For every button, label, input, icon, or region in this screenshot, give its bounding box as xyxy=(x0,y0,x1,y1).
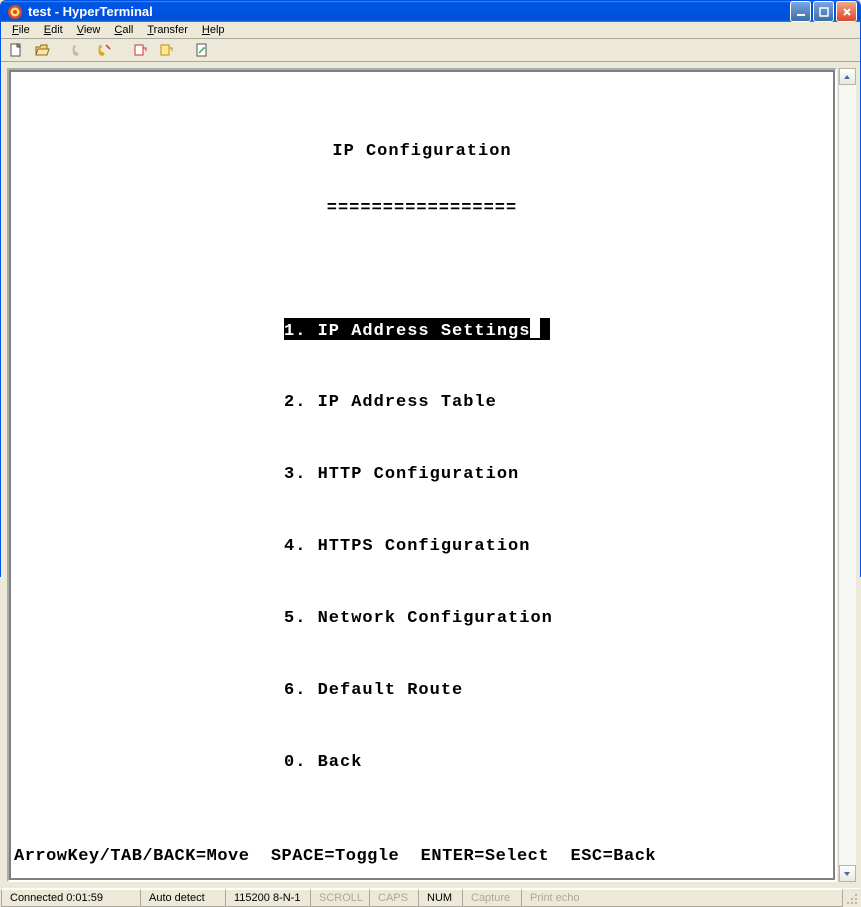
menu-option-4[interactable]: 4. HTTPS Configuration xyxy=(284,530,830,564)
application-window: test - HyperTerminal File Edit View Call… xyxy=(0,0,861,577)
call-icon xyxy=(67,39,89,61)
menu-option-2[interactable]: 2. IP Address Table xyxy=(284,386,830,420)
status-num: NUM xyxy=(418,889,463,907)
status-caps: CAPS xyxy=(369,889,419,907)
status-baud: 115200 8-N-1 xyxy=(225,889,311,907)
cursor xyxy=(530,318,540,338)
menu-option-1[interactable]: 1. IP Address Settings xyxy=(284,314,830,348)
terminal[interactable]: IP Configuration ================= 1. IP… xyxy=(11,72,833,878)
maximize-button[interactable] xyxy=(813,1,834,22)
menu-call[interactable]: Call xyxy=(107,22,140,38)
window-controls xyxy=(790,1,857,22)
menu-option-0[interactable]: 0. Back xyxy=(284,746,830,780)
terminal-underline: ================= xyxy=(14,199,830,218)
receive-file-icon[interactable] xyxy=(155,39,177,61)
vertical-scrollbar[interactable] xyxy=(838,68,855,882)
terminal-frame: IP Configuration ================= 1. IP… xyxy=(7,68,837,882)
toolbar xyxy=(1,39,860,62)
scroll-track[interactable] xyxy=(839,85,856,865)
scroll-down-icon[interactable] xyxy=(839,865,856,882)
titlebar[interactable]: test - HyperTerminal xyxy=(1,1,860,22)
status-printecho: Print echo xyxy=(521,889,843,907)
status-autodetect: Auto detect xyxy=(140,889,226,907)
disconnect-icon[interactable] xyxy=(93,39,115,61)
terminal-hints: ArrowKey/TAB/BACK=Move SPACE=Toggle ENTE… xyxy=(14,847,656,866)
status-scroll: SCROLL xyxy=(310,889,370,907)
send-file-icon[interactable] xyxy=(129,39,151,61)
status-connected: Connected 0:01:59 xyxy=(1,889,141,907)
properties-icon[interactable] xyxy=(191,39,213,61)
minimize-button[interactable] xyxy=(790,1,811,22)
content-area: IP Configuration ================= 1. IP… xyxy=(1,62,860,888)
statusbar: Connected 0:01:59 Auto detect 115200 8-N… xyxy=(1,888,860,907)
menu-option-3[interactable]: 3. HTTP Configuration xyxy=(284,458,830,492)
resize-grip-icon[interactable] xyxy=(842,889,860,907)
app-icon xyxy=(7,4,23,20)
menubar: File Edit View Call Transfer Help xyxy=(1,22,860,39)
status-capture: Capture xyxy=(462,889,522,907)
menu-option-5[interactable]: 5. Network Configuration xyxy=(284,602,830,636)
terminal-title: IP Configuration xyxy=(14,142,830,161)
new-file-icon[interactable] xyxy=(5,39,27,61)
open-file-icon[interactable] xyxy=(31,39,53,61)
menu-view[interactable]: View xyxy=(70,22,108,38)
menu-option-6[interactable]: 6. Default Route xyxy=(284,674,830,708)
close-button[interactable] xyxy=(836,1,857,22)
scroll-up-icon[interactable] xyxy=(839,68,856,85)
window-title: test - HyperTerminal xyxy=(28,4,790,19)
menu-transfer[interactable]: Transfer xyxy=(140,22,195,38)
menu-file[interactable]: File xyxy=(5,22,37,38)
menu-edit[interactable]: Edit xyxy=(37,22,70,38)
menu-help[interactable]: Help xyxy=(195,22,232,38)
terminal-menu: 1. IP Address Settings 2. IP Address Tab… xyxy=(284,276,830,818)
